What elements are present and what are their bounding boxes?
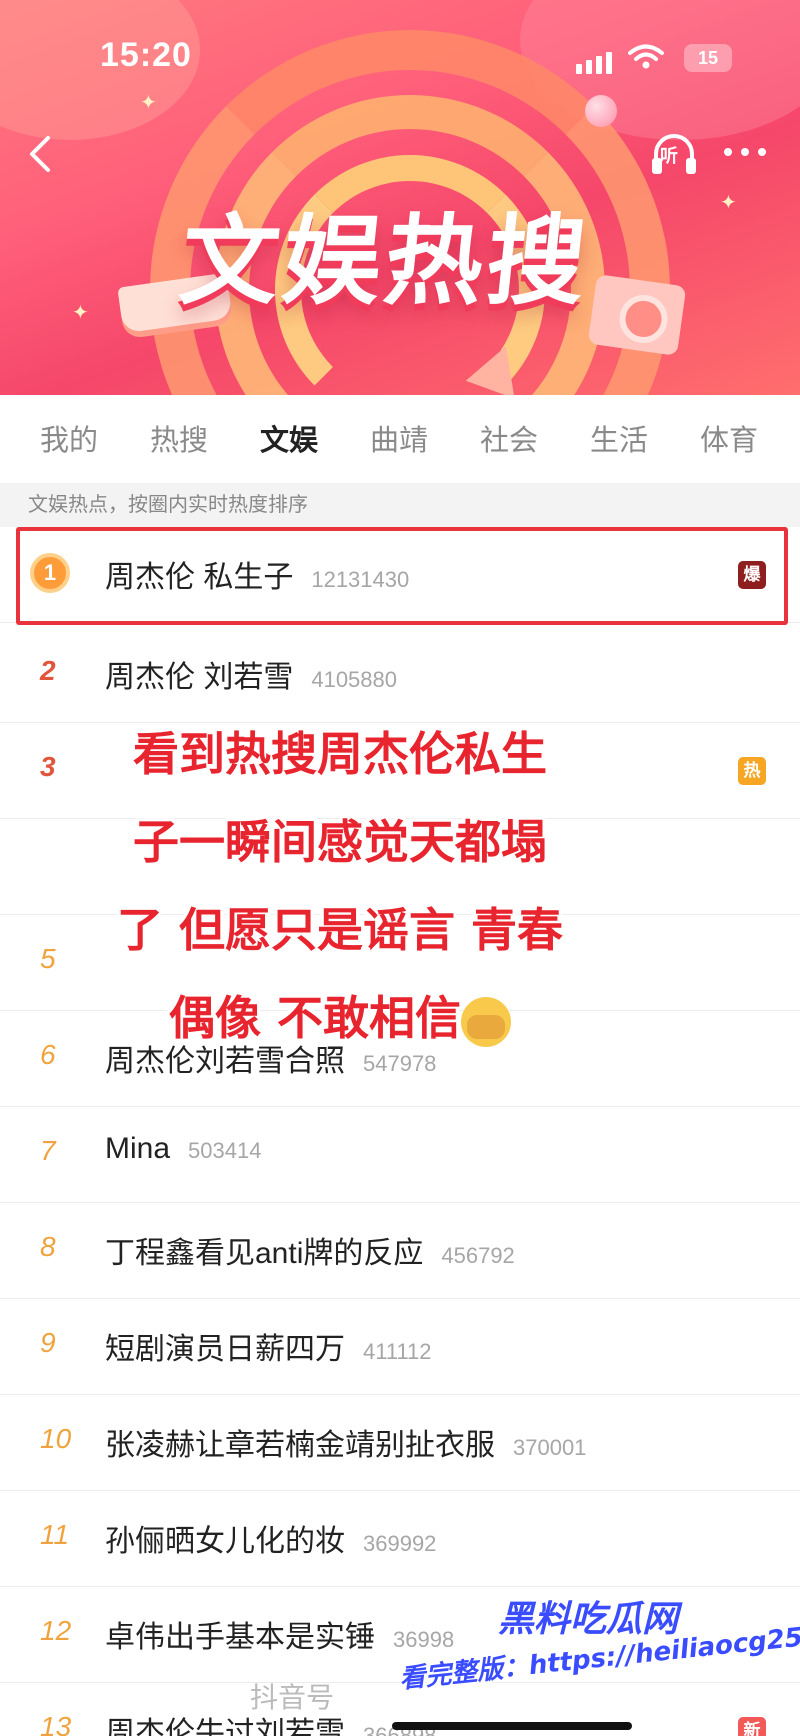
new-badge: 新 bbox=[738, 1717, 766, 1736]
page-title: 文娱热搜 bbox=[175, 205, 596, 319]
item-count: 4105880 bbox=[311, 667, 397, 692]
item-title: 卓伟出手基本是实锤 bbox=[105, 1621, 375, 1654]
tab-hot[interactable]: 热搜 bbox=[150, 417, 208, 459]
item-count: 370001 bbox=[513, 1435, 587, 1460]
sparkle-icon: ✦ bbox=[72, 302, 89, 324]
status-time: 15:20 bbox=[100, 36, 192, 74]
item-count: 411112 bbox=[363, 1339, 432, 1364]
sparkle-icon: ✦ bbox=[140, 92, 157, 114]
rank-number: 10 bbox=[40, 1423, 72, 1454]
banner: ✦ ✦ ✦ 15:20 15 听 文娱热搜 bbox=[0, 0, 800, 395]
battery-indicator: 15 bbox=[684, 44, 732, 72]
rank-number: 9 bbox=[40, 1327, 56, 1358]
caption-line: 子一瞬间感觉天都塌 bbox=[133, 815, 547, 869]
more-button[interactable] bbox=[724, 138, 776, 166]
more-dot bbox=[758, 148, 766, 156]
hot-badge: 热 bbox=[738, 757, 766, 785]
caption-line: 看到热搜周杰伦私生 bbox=[133, 727, 547, 781]
facepalm-icon bbox=[461, 996, 511, 1047]
item-title: Mina bbox=[105, 1132, 171, 1165]
rank-number: 3 bbox=[40, 751, 56, 782]
rank-number: 2 bbox=[40, 655, 56, 686]
item-count: 503414 bbox=[188, 1138, 262, 1163]
signal-icon bbox=[576, 52, 612, 74]
tab-entertainment[interactable]: 文娱 bbox=[260, 417, 318, 459]
item-title: 丁程鑫看见anti牌的反应 bbox=[105, 1237, 424, 1270]
highlight-box bbox=[16, 527, 788, 625]
tab-sports[interactable]: 体育 bbox=[700, 417, 758, 459]
more-dot bbox=[724, 148, 732, 156]
overlay-caption: 看到热搜周杰伦私生 子一瞬间感觉天都塌 了 但愿只是谣言 青春 偶像 不敢相信 bbox=[60, 710, 620, 1062]
rank-number: 6 bbox=[40, 1039, 56, 1070]
list-item[interactable]: 8 丁程鑫看见anti牌的反应 456792 bbox=[0, 1203, 800, 1299]
sparkle-icon: ✦ bbox=[720, 192, 737, 214]
tab-mine[interactable]: 我的 bbox=[40, 417, 98, 459]
item-count: 36998 bbox=[393, 1627, 455, 1652]
listen-button[interactable]: 听 bbox=[648, 128, 700, 180]
category-tabs: 我的 热搜 文娱 曲靖 社会 生活 体育 bbox=[0, 395, 800, 483]
item-title: 短剧演员日薪四万 bbox=[105, 1333, 345, 1366]
more-dot bbox=[741, 148, 749, 156]
camera-decoration bbox=[587, 274, 687, 356]
list-item[interactable]: 10 张凌赫让章若楠金靖别扯衣服 370001 bbox=[0, 1395, 800, 1491]
back-button[interactable] bbox=[22, 132, 62, 176]
item-count: 456792 bbox=[441, 1243, 515, 1268]
rank-number: 7 bbox=[40, 1135, 56, 1166]
item-count: 369992 bbox=[363, 1531, 437, 1556]
list-item[interactable]: 9 短剧演员日薪四万 411112 bbox=[0, 1299, 800, 1395]
item-title: 周杰伦 刘若雪 bbox=[105, 661, 294, 694]
item-title: 孙俪晒女儿化的妆 bbox=[105, 1525, 345, 1558]
tab-qujing[interactable]: 曲靖 bbox=[370, 417, 428, 459]
rank-number: 11 bbox=[40, 1519, 70, 1550]
list-item[interactable]: 2 周杰伦 刘若雪 4105880 bbox=[0, 627, 800, 723]
item-title: 张凌赫让章若楠金靖别扯衣服 bbox=[105, 1429, 495, 1462]
caption-line: 了 但愿只是谣言 青春 bbox=[116, 903, 564, 957]
tiktok-watermark: 抖音号 bbox=[250, 1682, 335, 1713]
listen-label: 听 bbox=[660, 146, 678, 166]
item-title: 周杰伦牛过刘若雪 bbox=[105, 1717, 345, 1736]
home-indicator bbox=[392, 1722, 632, 1730]
caption-line: 偶像 不敢相信 bbox=[168, 991, 461, 1045]
tab-society[interactable]: 社会 bbox=[480, 417, 538, 459]
rank-number: 13 bbox=[40, 1711, 72, 1736]
rank-number: 8 bbox=[40, 1231, 56, 1262]
planet-decoration bbox=[585, 95, 617, 127]
list-hint: 文娱热点，按圈内实时热度排序 bbox=[0, 483, 800, 527]
wifi-icon bbox=[628, 44, 664, 69]
list-item[interactable]: 7 Mina 503414 bbox=[0, 1107, 800, 1203]
rank-number: 5 bbox=[40, 943, 56, 974]
list-item[interactable]: 11 孙俪晒女儿化的妆 369992 bbox=[0, 1491, 800, 1587]
rank-number: 12 bbox=[40, 1615, 72, 1646]
tab-life[interactable]: 生活 bbox=[590, 417, 648, 459]
